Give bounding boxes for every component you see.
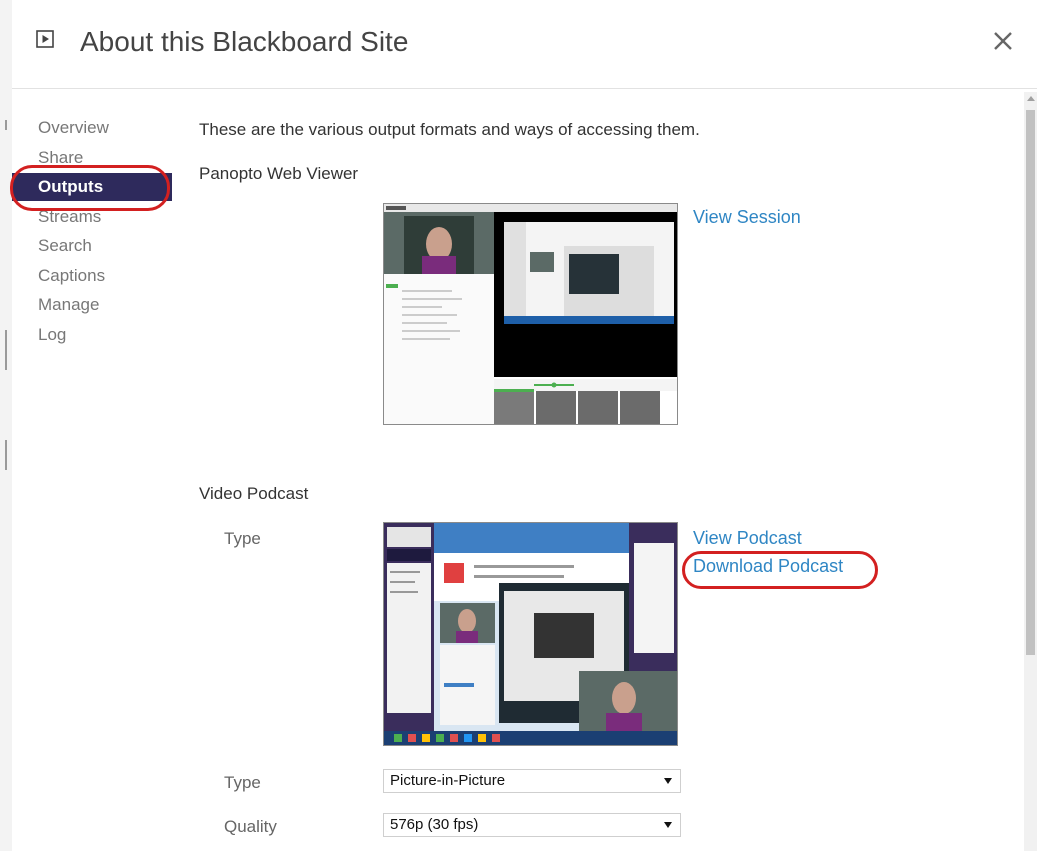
type-select-label: Type	[224, 773, 261, 792]
sidebar-item-log[interactable]: Log	[12, 321, 172, 351]
web-viewer-screenshot[interactable]	[383, 203, 678, 425]
type-select[interactable]: Picture-in-Picture	[383, 769, 681, 793]
chevron-down-icon	[664, 822, 672, 828]
type-select-value: Picture-in-Picture	[390, 772, 506, 789]
sidebar-item-streams[interactable]: Streams	[12, 203, 172, 233]
play-square-icon	[36, 30, 54, 48]
scroll-up-arrow-icon[interactable]	[1027, 96, 1035, 101]
video-podcast-screenshot[interactable]	[383, 522, 678, 746]
quality-select-label: Quality	[224, 817, 277, 836]
close-icon[interactable]	[992, 30, 1014, 52]
scrollbar-thumb[interactable]	[1026, 110, 1035, 655]
quality-select-value: 576p (30 fps)	[390, 816, 479, 833]
web-viewer-title: Panopto Web Viewer	[199, 164, 359, 183]
intro-text: These are the various output formats and…	[199, 120, 700, 139]
chevron-down-icon	[664, 778, 672, 784]
edge-mark	[5, 330, 7, 370]
left-edge-strip	[0, 0, 12, 851]
sidebar-item-overview[interactable]: Overview	[12, 114, 172, 144]
video-podcast-title: Video Podcast	[199, 484, 309, 503]
edge-mark	[5, 440, 7, 470]
view-podcast-link[interactable]: View Podcast	[693, 528, 802, 549]
sidebar-item-outputs[interactable]: Outputs	[12, 173, 172, 201]
sidebar-item-search[interactable]: Search	[12, 232, 172, 262]
vertical-scrollbar[interactable]	[1024, 92, 1037, 851]
sidebar-item-manage[interactable]: Manage	[12, 291, 172, 321]
view-session-link[interactable]: View Session	[693, 207, 801, 228]
dialog-title: About this Blackboard Site	[80, 26, 409, 57]
podcast-type-label: Type	[224, 529, 261, 548]
sidebar-item-share[interactable]: Share	[12, 144, 172, 174]
quality-select[interactable]: 576p (30 fps)	[383, 813, 681, 837]
dialog-header: About this Blackboard Site	[12, 0, 1037, 89]
edge-mark	[5, 120, 7, 130]
sidebar-nav: Overview Share Outputs Streams Search Ca…	[12, 114, 172, 350]
download-podcast-link[interactable]: Download Podcast	[693, 556, 843, 577]
sidebar-item-captions[interactable]: Captions	[12, 262, 172, 292]
